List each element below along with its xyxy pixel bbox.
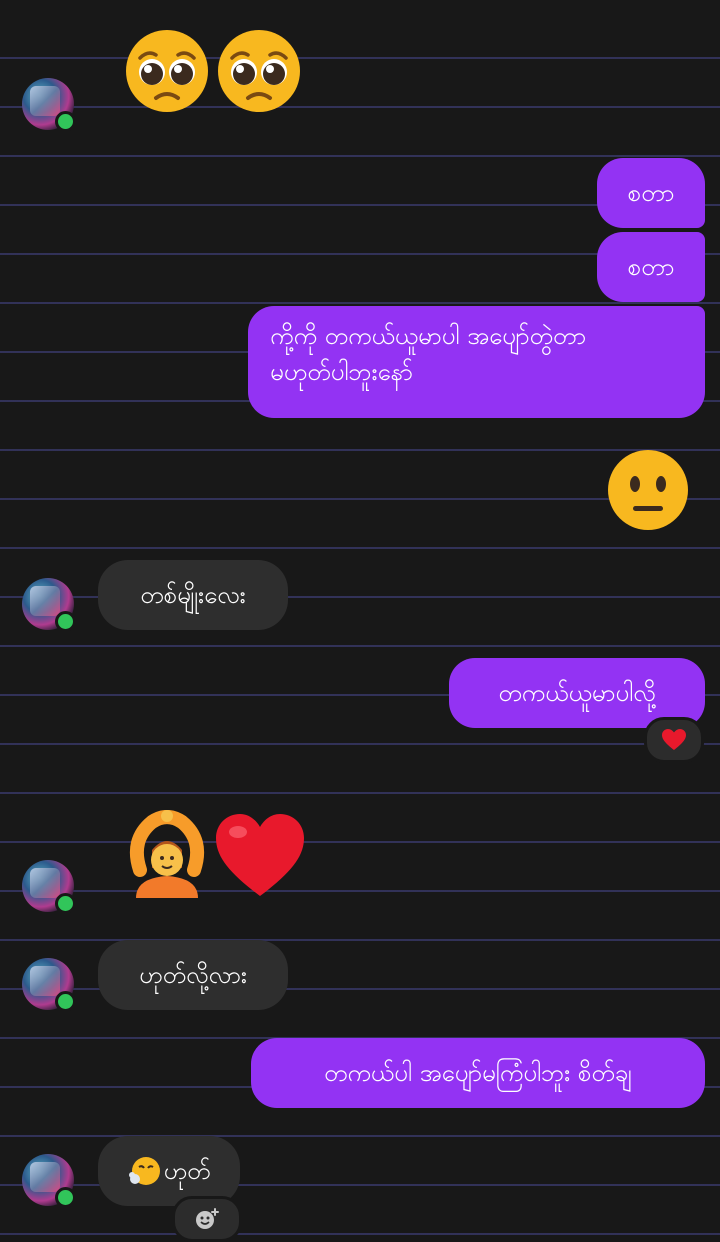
message-text: ဟုတ် — [163, 1157, 211, 1185]
online-status-dot — [55, 111, 76, 132]
online-status-dot — [55, 991, 76, 1012]
message-text: တကယ်ယူမာပါလို့ — [498, 679, 656, 707]
message-reaction[interactable] — [644, 717, 704, 763]
person-gesturing-ok-emoji — [130, 810, 204, 898]
message-text: မဟုတ်ပါဘူးနော် — [270, 358, 413, 386]
message-text: တကယ်ပါ အပျော်မကြံပါဘူး စိတ်ချ — [323, 1059, 633, 1087]
contact-avatar[interactable] — [22, 860, 76, 914]
incoming-message-bubble[interactable]: ဟုတ်လို့လား — [98, 940, 288, 1010]
contact-avatar[interactable] — [22, 1154, 76, 1208]
message-text: ကို့ကို တကယ်ယူမာပါ အပျော်တွဲတာ — [270, 322, 587, 350]
contact-avatar[interactable] — [22, 958, 76, 1012]
outgoing-message-bubble[interactable]: တကယ်ပါ အပျော်မကြံပါဘူး စိတ်ချ — [251, 1038, 705, 1108]
red-heart-icon — [662, 729, 686, 750]
red-heart-emoji — [216, 814, 304, 896]
add-reaction-button[interactable] — [172, 1196, 242, 1242]
message-text: ဟုတ်လို့လား — [139, 961, 247, 989]
contact-avatar[interactable] — [22, 78, 76, 132]
message-text: တစ်မျိုးလေး — [140, 581, 246, 609]
outgoing-message-bubble[interactable]: စတာ — [597, 158, 705, 228]
online-status-dot — [55, 1187, 76, 1208]
contact-avatar[interactable] — [22, 578, 76, 632]
add-reaction-icon — [196, 1208, 219, 1229]
pleading-face-emoji — [126, 30, 208, 112]
message-text: စတာ — [627, 179, 675, 207]
incoming-message-bubble[interactable]: တစ်မျိုးလေး — [98, 560, 288, 630]
online-status-dot — [55, 893, 76, 914]
message-text: စတာ — [627, 253, 675, 281]
neutral-face-emoji — [608, 450, 688, 530]
outgoing-message-bubble[interactable]: ကို့ကို တကယ်ယူမာပါ အပျော်တွဲတာ မဟုတ်ပါဘူ… — [248, 306, 705, 418]
outgoing-message-bubble[interactable]: စတာ — [597, 232, 705, 302]
online-status-dot — [55, 611, 76, 632]
pleading-face-emoji — [218, 30, 300, 112]
face-exhaling-icon — [128, 1157, 160, 1185]
